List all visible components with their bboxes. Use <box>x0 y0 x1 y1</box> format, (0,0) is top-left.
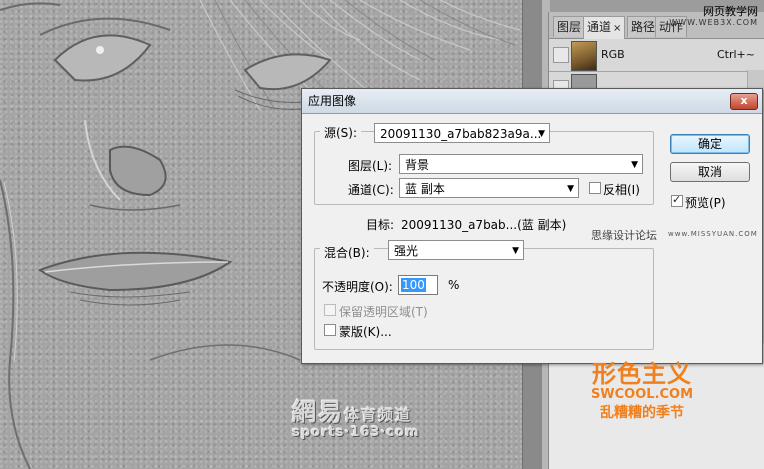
opacity-label: 不透明度(O): <box>322 280 393 294</box>
dropdown-arrow-icon: ▼ <box>538 129 545 139</box>
channel-select[interactable]: 蓝 副本 ▼ <box>399 178 579 198</box>
channel-select-value: 蓝 副本 <box>405 182 445 196</box>
netease-watermark-url: sports·163·com <box>292 425 420 440</box>
blend-label: 混合(B): <box>320 244 374 261</box>
visibility-eye-icon[interactable] <box>553 47 569 63</box>
layer-select-value: 背景 <box>405 158 430 172</box>
netease-watermark-logo: 網易 <box>292 398 344 426</box>
channel-label: 通道(C): <box>348 183 394 197</box>
layer-select[interactable]: 背景 ▼ <box>399 154 643 174</box>
netease-watermark-channel: 体育频道 <box>344 406 413 424</box>
invert-label[interactable]: 反相(I) <box>603 181 640 198</box>
ok-button[interactable]: 确定 <box>670 134 750 154</box>
preserve-transparency-checkbox[interactable] <box>324 304 336 316</box>
preserve-transparency-label: 保留透明区域(T) <box>339 305 428 319</box>
dropdown-arrow-icon: ▼ <box>631 160 638 170</box>
source-select[interactable]: 20091130_a7bab823a9a... ▼ <box>374 123 550 143</box>
swcool-slogan: 乱糟糟的季节 <box>600 405 684 421</box>
channel-row-rgb[interactable]: RGB Ctrl+~ <box>549 39 764 72</box>
dropdown-arrow-icon: ▼ <box>567 184 574 194</box>
close-icon[interactable]: x <box>730 93 758 110</box>
target-value: 20091130_a7bab...(蓝 副本) <box>401 218 567 232</box>
dialog-titlebar[interactable]: 应用图像 <box>302 89 762 114</box>
source-label: 源(S): <box>320 124 362 141</box>
webjx-watermark: 网页教学网 WWW.WEB3X.COM <box>669 5 758 28</box>
apply-image-dialog: 应用图像 x 源(S): 20091130_a7bab823a9a... ▼ 图层… <box>301 88 763 364</box>
channel-thumbnail <box>571 41 597 71</box>
source-select-value: 20091130_a7bab823a9a... <box>380 127 542 141</box>
swcool-watermark: 形色主义 SWCOOL.COM 乱糟糟的季节 <box>582 354 702 422</box>
missyuan-watermark-cn: 思缘设计论坛 <box>591 229 657 242</box>
mask-checkbox[interactable] <box>324 324 336 336</box>
blend-mode-value: 强光 <box>394 244 419 258</box>
channel-name: RGB <box>601 48 625 61</box>
tab-close-icon[interactable]: × <box>613 23 621 34</box>
layer-label: 图层(L): <box>348 159 393 173</box>
swcool-url: SWCOOL.COM <box>590 387 694 402</box>
webjx-watermark-title: 网页教学网 <box>703 5 758 18</box>
channel-shortcut: Ctrl+~ <box>716 48 755 61</box>
dialog-title: 应用图像 <box>308 94 357 108</box>
preview-checkbox[interactable] <box>671 193 683 207</box>
dropdown-arrow-icon: ▼ <box>512 246 519 256</box>
missyuan-watermark-url: www.MISSYUAN.COM <box>668 230 758 238</box>
opacity-input-value: 100 <box>401 278 426 292</box>
opacity-input[interactable]: 100 <box>398 275 438 295</box>
opacity-unit: % <box>448 278 460 292</box>
blend-mode-select[interactable]: 强光 ▼ <box>388 240 524 260</box>
netease-watermark: 網易体育频道 sports·163·com <box>292 392 420 440</box>
swcool-logo-text: 形色主义 <box>592 360 692 388</box>
cancel-button[interactable]: 取消 <box>670 162 750 182</box>
tab-channels[interactable]: 通道 × <box>583 16 626 39</box>
mask-label[interactable]: 蒙版(K)... <box>339 323 392 340</box>
preview-label[interactable]: 预览(P) <box>685 194 726 211</box>
tab-layers[interactable]: 图层 <box>553 16 586 37</box>
webjx-watermark-url: WWW.WEB3X.COM <box>669 18 758 27</box>
target-label: 目标: <box>366 218 395 232</box>
invert-checkbox[interactable] <box>589 182 601 194</box>
